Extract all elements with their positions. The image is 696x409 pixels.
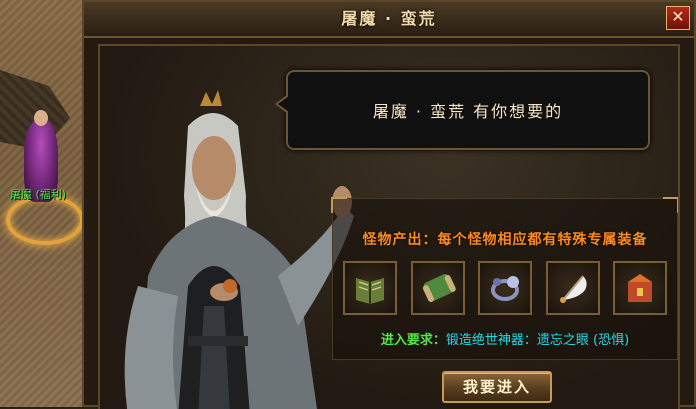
entry-requirement: 进入要求：锻造绝世神器：遗忘之眼 (恐惧) [333, 329, 677, 348]
requirement-value[interactable]: 锻造绝世神器：遗忘之眼 (恐惧) [446, 333, 629, 348]
book-icon [356, 278, 384, 304]
ring-icon [491, 276, 519, 301]
item-slot-ring[interactable] [478, 261, 532, 315]
reward-panel: 怪物产出：每个怪物相应都有特殊专属装备 进入要求：锻造绝世神器：遗忘之眼 (恐惧… [331, 197, 678, 360]
item-slots [335, 261, 675, 321]
close-button[interactable]: ✕ [666, 6, 690, 30]
drop-info-title: 怪物产出：每个怪物相应都有特殊专属装备 [362, 232, 648, 248]
hair-crown [200, 90, 222, 106]
chest-icon [628, 274, 652, 302]
item-slot-chest[interactable] [613, 261, 667, 315]
npc-name-label: 屠魔 (福利) [10, 188, 67, 201]
title-bar: 屠魔 · 蛮荒 ✕ [84, 2, 694, 38]
item-slot-book[interactable] [343, 261, 397, 315]
game-world-view[interactable]: 屠魔 (福利) [0, 0, 86, 407]
panel-corner-ornament [663, 197, 678, 213]
window-title: 屠魔 · 蛮荒 [341, 9, 437, 28]
item-slot-scroll[interactable] [410, 261, 465, 315]
dialog-message: 屠魔 · 蛮荒 有你想要的 [372, 102, 564, 121]
dialog-window: 屠魔 · 蛮荒 ✕ 屠魔 · 蛮荒 有你想要的 怪物产出：每个怪物相应都有特殊专… [82, 0, 696, 409]
selection-ring [6, 195, 84, 245]
panel-corner-ornament [331, 197, 347, 213]
scroll-icon [422, 274, 456, 302]
speech-bubble: 屠魔 · 蛮荒 有你想要的 [275, 70, 650, 150]
item-slot-feather-fan[interactable] [545, 261, 600, 315]
enter-button[interactable]: 我要进入 [442, 371, 552, 403]
requirement-label: 进入要求： [380, 333, 446, 348]
feather-fan-icon [559, 275, 587, 303]
dialog-content: 屠魔 · 蛮荒 有你想要的 怪物产出：每个怪物相应都有特殊专属装备 进入要求：锻… [98, 44, 680, 409]
